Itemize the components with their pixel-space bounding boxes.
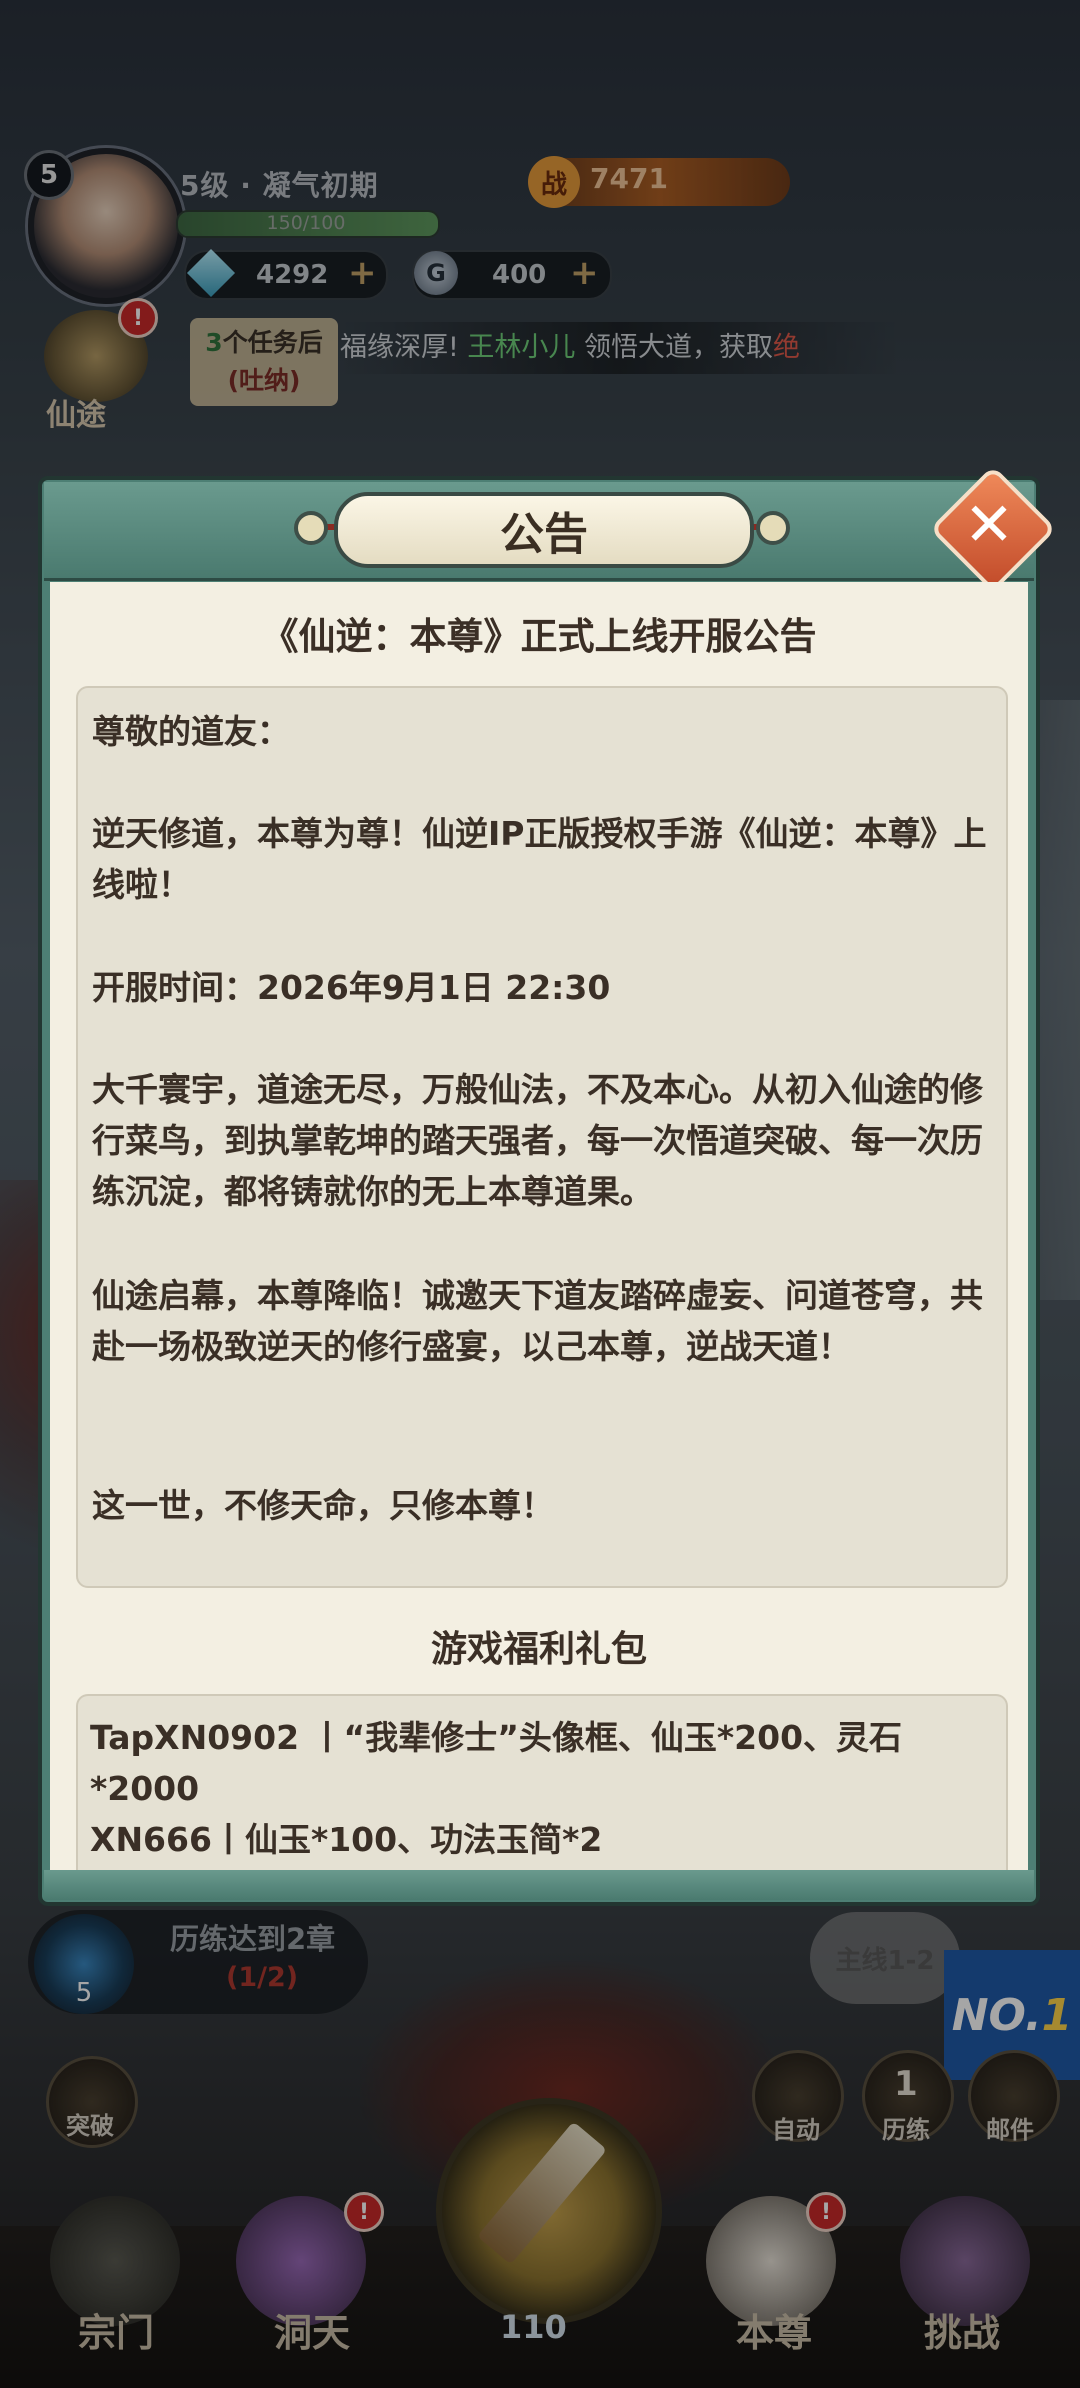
paragraph-launch-time: 开服时间：2026年9月1日 22:30	[92, 968, 611, 1007]
gift-code-panel: TapXN0902 丨“我辈修士”头像框、仙玉*200、灵石*2000 XN66…	[76, 1694, 1008, 1872]
paragraph-invite: 仙途启幕，本尊降临！诚邀天下道友踏碎虚妄、问道苍穹，共赴一场极致逆天的修行盛宴，…	[92, 1276, 983, 1366]
announcement-title: 《仙逆：本尊》正式上线开服公告	[261, 615, 817, 658]
paragraph-greeting: 尊敬的道友：	[92, 712, 290, 751]
modal-title: 公告	[334, 492, 754, 568]
modal-footer	[44, 1870, 1034, 1900]
paragraph-intro: 逆天修道，本尊为尊！仙逆IP正版授权手游《仙逆：本尊》上线啦！	[92, 814, 987, 904]
left-knot	[294, 511, 328, 545]
paragraph-slogan: 这一世，不修天命，只修本尊！	[92, 1486, 554, 1525]
paragraph-story: 大千寰宇，道途无尽，万般仙法，不及本心。从初入仙途的修行菜鸟，到执掌乾坤的踏天强…	[92, 1070, 983, 1211]
close-icon[interactable]: ✕	[948, 484, 1030, 566]
right-knot	[756, 511, 790, 545]
gift-code-2: XN666丨仙玉*100、功法玉简*2	[90, 1820, 603, 1859]
gift-code-1: TapXN0902 丨“我辈修士”头像框、仙玉*200、灵石*2000	[90, 1718, 903, 1808]
gift-section-title: 游戏福利礼包	[430, 1629, 647, 1670]
